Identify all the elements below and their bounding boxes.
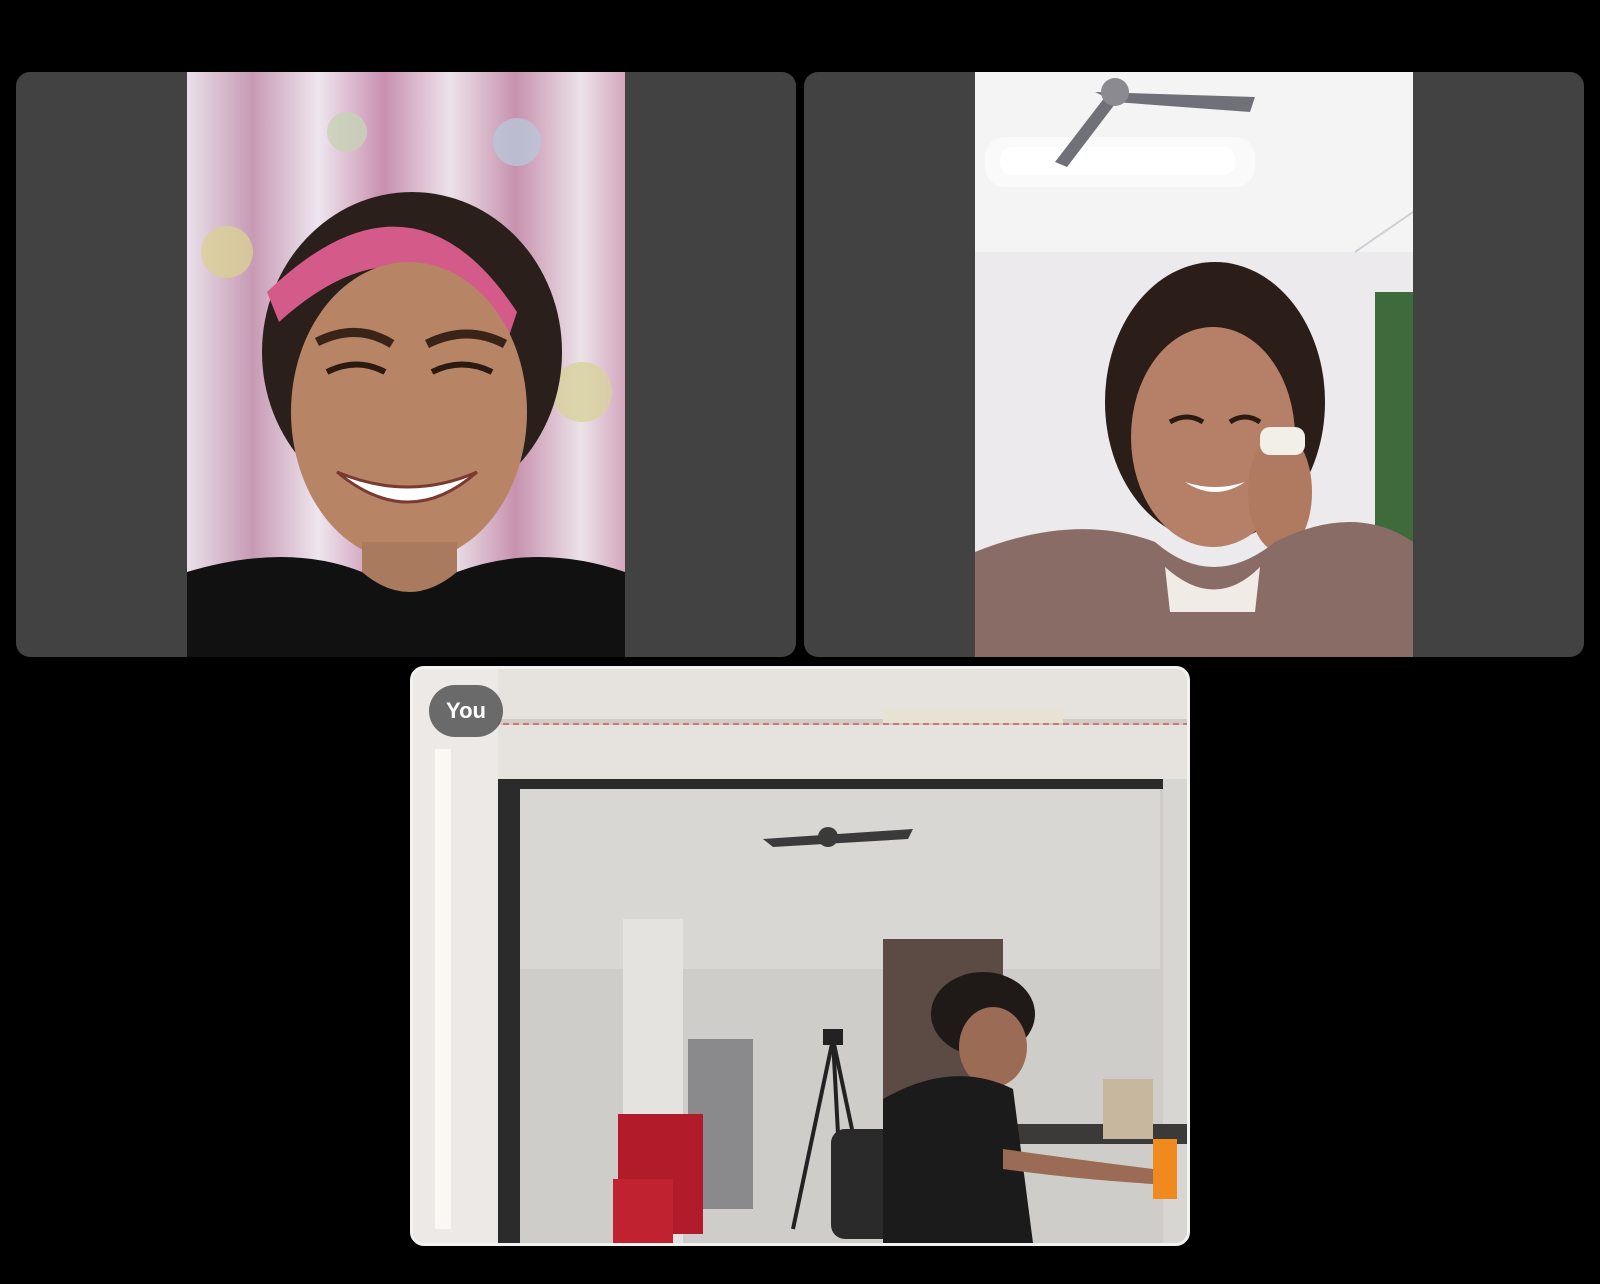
self-video — [413, 669, 1187, 1243]
participant-video-1 — [187, 72, 625, 657]
self-view-tile[interactable]: You — [410, 666, 1190, 1246]
participant-tile-2[interactable] — [804, 72, 1584, 657]
self-view-label: You — [429, 685, 503, 737]
participant-video-2 — [975, 72, 1413, 657]
participant-tile-1[interactable] — [16, 72, 796, 657]
